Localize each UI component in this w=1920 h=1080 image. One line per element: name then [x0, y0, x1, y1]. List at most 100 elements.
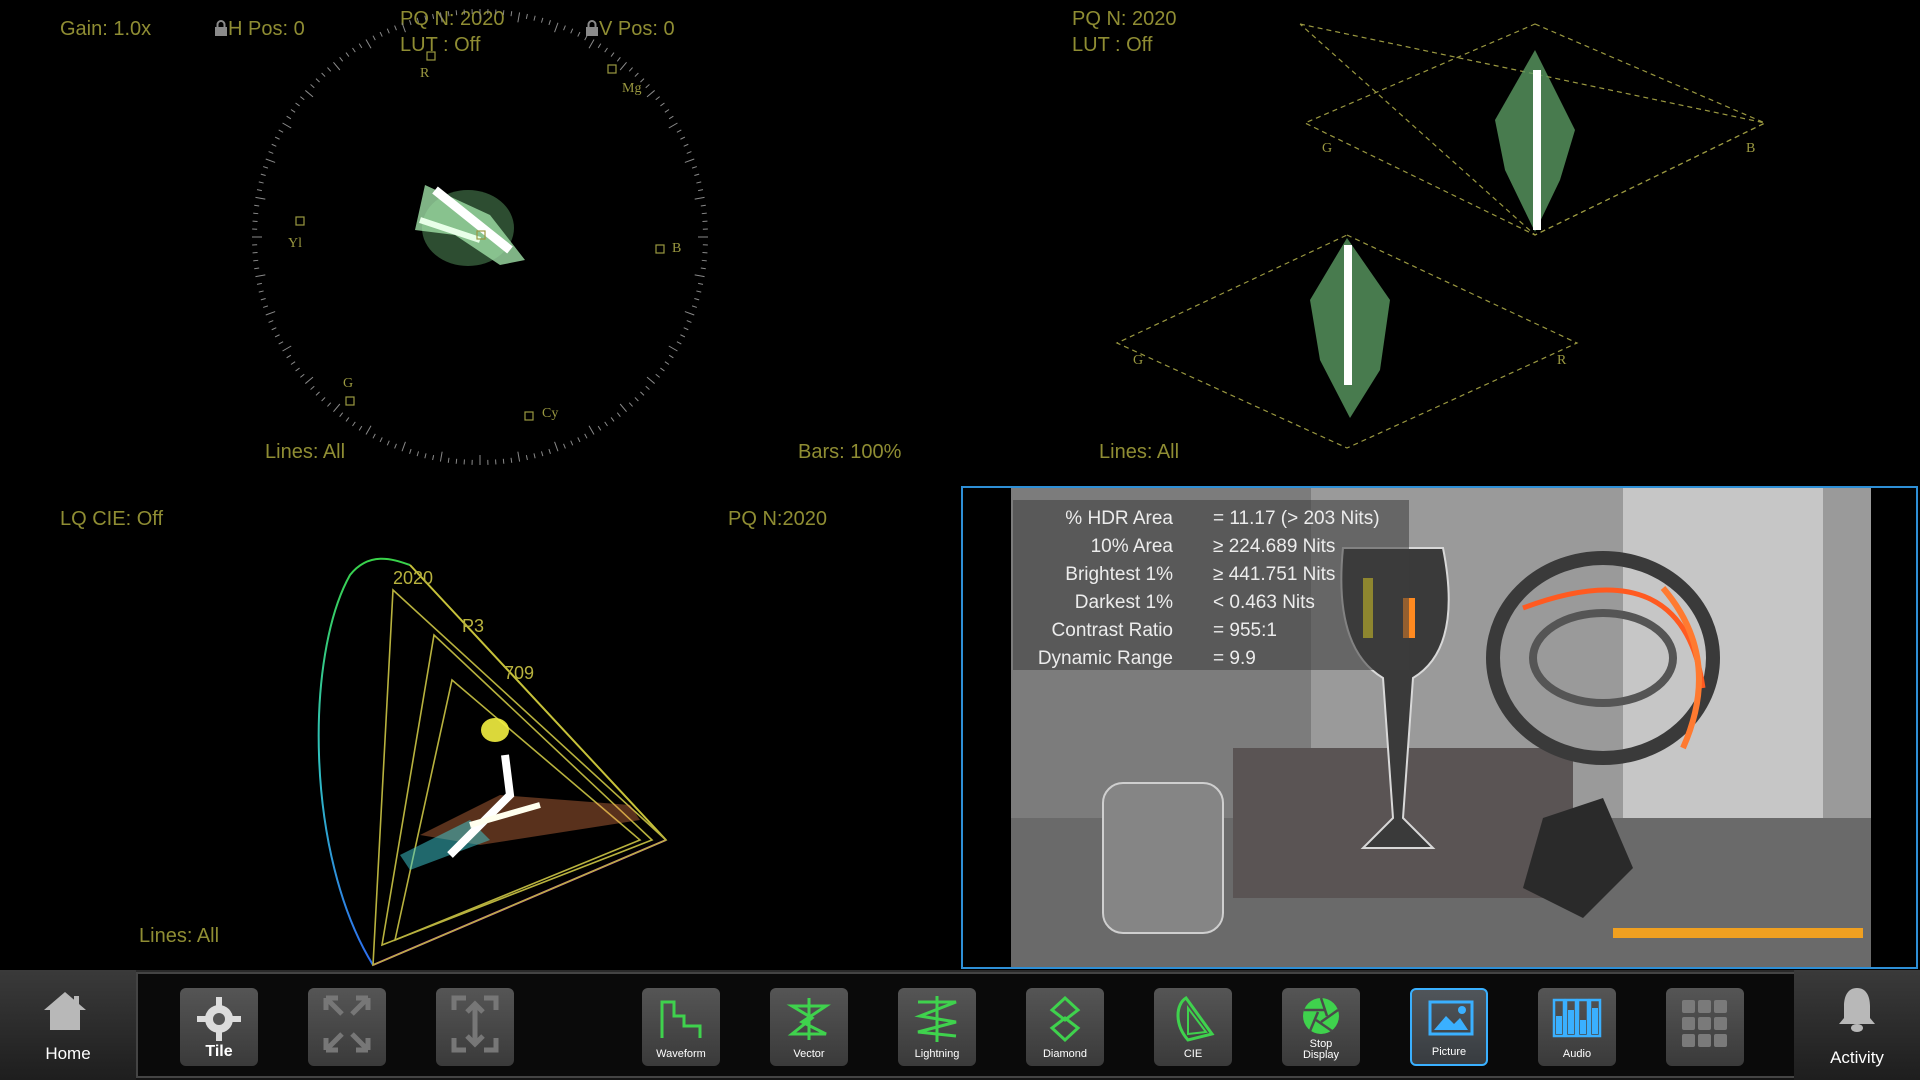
display-label: Display	[1302, 1049, 1340, 1061]
vectorscope-tick	[339, 57, 344, 62]
diamond-button[interactable]: Diamond	[1026, 988, 1104, 1066]
vectorscope-tick	[597, 43, 602, 49]
vectorscope-tick	[286, 354, 292, 359]
vectorscope-tick	[416, 451, 420, 457]
more-apps-button[interactable]	[1666, 988, 1744, 1066]
stop-display-button[interactable]: Stop Display	[1282, 988, 1360, 1066]
vector-icon	[786, 998, 831, 1040]
vectorscope-tick	[517, 451, 521, 462]
vectorscope-tick	[634, 72, 639, 77]
vectorscope-tick	[424, 15, 427, 21]
vectorscope-tick	[597, 425, 602, 431]
vectorscope-trace	[415, 185, 525, 266]
vectorscope-tick	[664, 361, 670, 365]
hdr-row: Brightest 1% ≥ 441.751 Nits	[1065, 564, 1336, 585]
fullscreen-button[interactable]	[308, 988, 386, 1066]
cie-label: CIE	[1183, 1048, 1203, 1060]
diamond-graticule: G B G R	[1115, 23, 1767, 449]
vectorscope-tick	[604, 421, 608, 427]
picture-button[interactable]: Picture	[1410, 988, 1488, 1066]
vectorscope-tick	[694, 196, 705, 200]
vectorscope-tick	[616, 57, 621, 62]
cie-button[interactable]: CIE	[1154, 988, 1232, 1066]
vectorscope-tick	[310, 84, 315, 89]
waveform-icon	[660, 1000, 702, 1038]
vectorscope-tick	[416, 17, 420, 23]
vectorscope-tick	[646, 376, 655, 384]
vectorscope-tick	[447, 457, 450, 463]
vectorscope-tick	[660, 102, 665, 107]
vectorscope-tick	[680, 334, 686, 338]
vectorscope-tick	[379, 31, 383, 37]
vectorscope-tick	[305, 90, 314, 98]
vectorscope-tick	[253, 259, 259, 262]
picture-panel[interactable]: % HDR Area = 11.17 (> 203 Nits) 10% Area ≥…	[961, 486, 1918, 969]
vectorscope-tick	[372, 433, 376, 439]
vectorscope-tick	[447, 11, 450, 17]
home-button[interactable]: Home	[0, 970, 136, 1080]
vectorscope-tick	[265, 158, 276, 163]
vectorscope-tick	[619, 62, 627, 71]
vectorscope-tick	[265, 311, 276, 316]
vectorscope-tick	[439, 451, 443, 462]
vectorscope-tick	[701, 259, 707, 262]
lock-icon	[214, 19, 228, 36]
vector-lines-label: Lines: All	[265, 441, 346, 463]
vectorscope-tick	[255, 274, 266, 278]
vectorscope-tick	[668, 115, 674, 120]
vectorscope-tick	[365, 39, 372, 49]
vectorscope-tick	[570, 28, 574, 34]
gamut-2020-label: 2020	[393, 568, 433, 588]
vector-button[interactable]: Vector	[770, 988, 848, 1066]
vertical-expand-button[interactable]	[436, 988, 514, 1066]
vectorscope-tick	[321, 72, 326, 77]
vectorscope-tick	[577, 437, 581, 443]
diamond-trace-top	[1495, 50, 1575, 232]
activity-button[interactable]: Activity	[1794, 970, 1920, 1080]
vectorscope-tick	[300, 373, 305, 378]
vectorscope-tick	[680, 136, 686, 140]
vectorscope-tick	[258, 290, 264, 293]
vectorscope-tick	[563, 443, 566, 449]
vectorscope-tick	[263, 305, 269, 308]
vectorscope-tick	[358, 43, 363, 49]
vectorscope-tick	[271, 327, 277, 331]
vectorscope-tick	[310, 385, 315, 390]
vectorscope-tick	[517, 12, 521, 23]
vectorscope-tick	[278, 341, 284, 345]
vectorscope-tick	[664, 109, 670, 113]
vectorscope-tick	[271, 143, 277, 147]
vectorscope-tick	[668, 354, 674, 359]
vectorscope-tick	[339, 412, 344, 417]
vectorscope-tick	[345, 417, 350, 422]
vectorscope-tick	[588, 425, 595, 435]
vectorscope-tick	[676, 129, 682, 133]
vectorscope-tick	[260, 297, 266, 301]
audio-button[interactable]: Audio	[1538, 988, 1616, 1066]
vectorscope-tick	[274, 136, 280, 140]
vectorscope-tick	[432, 13, 435, 19]
vectorscope-tick	[409, 448, 412, 454]
vectorscope-tick	[660, 367, 665, 372]
picture-icon	[1428, 1000, 1474, 1036]
vectorscope-tick	[409, 20, 412, 26]
vectorscope-tick	[604, 47, 608, 53]
target-g-label: G	[343, 376, 353, 391]
vectorscope-tick	[502, 10, 505, 16]
waveform-label: Waveform	[656, 1048, 706, 1060]
vectorscope-tick	[684, 158, 695, 163]
cie-lines-label: Lines: All	[139, 925, 220, 947]
vectorscope-tick	[533, 453, 536, 459]
vectorscope-tick	[268, 320, 274, 323]
target-cy-label: Cy	[542, 406, 558, 421]
vector-label: Vector	[793, 1048, 825, 1060]
vectorscope-tick	[258, 181, 264, 184]
vertical-expand-icon	[451, 995, 499, 1053]
diamond-g-top-label: G	[1322, 141, 1332, 156]
waveform-button[interactable]: Waveform	[642, 988, 720, 1066]
vectorscope-tick	[646, 90, 655, 98]
hdr-row: Dynamic Range = 9.9	[1037, 648, 1256, 669]
lightning-button[interactable]: Lightning	[898, 988, 976, 1066]
vectorscope-tick	[386, 440, 390, 446]
tile-button[interactable]: Tile	[180, 988, 258, 1066]
